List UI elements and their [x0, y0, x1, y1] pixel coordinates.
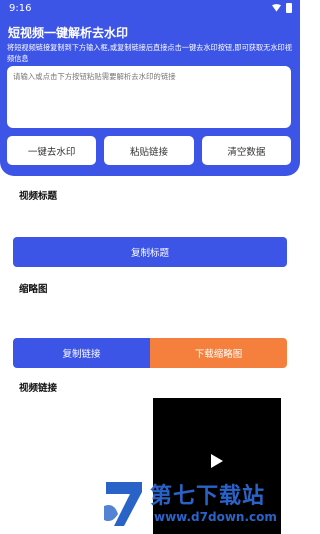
video-link-label: 视频链接 — [19, 383, 58, 394]
app-description: 将短视频链接复制到下方输入框,或复制链接后直接点击一键去水印按钮,即可获取无水印… — [7, 43, 292, 63]
site-watermark: 第七下载站 www.d7down.com — [100, 472, 300, 534]
status-time: 9:16 — [9, 3, 32, 14]
remove-watermark-button[interactable]: 一键去水印 — [7, 136, 97, 165]
download-thumbnail-button[interactable]: 下载缩略图 — [150, 338, 287, 368]
app-title: 短视频一键解析去水印 — [8, 26, 129, 40]
battery-icon — [286, 3, 292, 13]
paste-link-button[interactable]: 粘贴链接 — [104, 136, 194, 165]
video-title-label: 视频标题 — [19, 191, 58, 202]
status-bar: 9:16 — [0, 0, 300, 20]
watermark-url: www.d7down.com — [154, 510, 277, 524]
action-button-row: 一键去水印 粘贴链接 清空数据 — [7, 136, 291, 165]
watermark-logo-icon — [104, 482, 142, 526]
thumbnail-label: 缩略图 — [19, 284, 48, 295]
play-icon[interactable] — [211, 454, 223, 468]
clear-data-button[interactable]: 清空数据 — [201, 136, 291, 165]
status-icons — [272, 3, 292, 13]
copy-title-button[interactable]: 复制标题 — [13, 237, 287, 267]
thumbnail-button-row: 复制链接 下载缩略图 — [13, 338, 287, 368]
header-panel: 9:16 短视频一键解析去水印 将短视频链接复制到下方输入框,或复制链接后直接点… — [0, 0, 300, 176]
copy-link-button[interactable]: 复制链接 — [13, 338, 150, 368]
link-input[interactable] — [7, 66, 291, 128]
watermark-name: 第七下载站 — [150, 484, 266, 509]
wifi-icon — [272, 4, 281, 12]
